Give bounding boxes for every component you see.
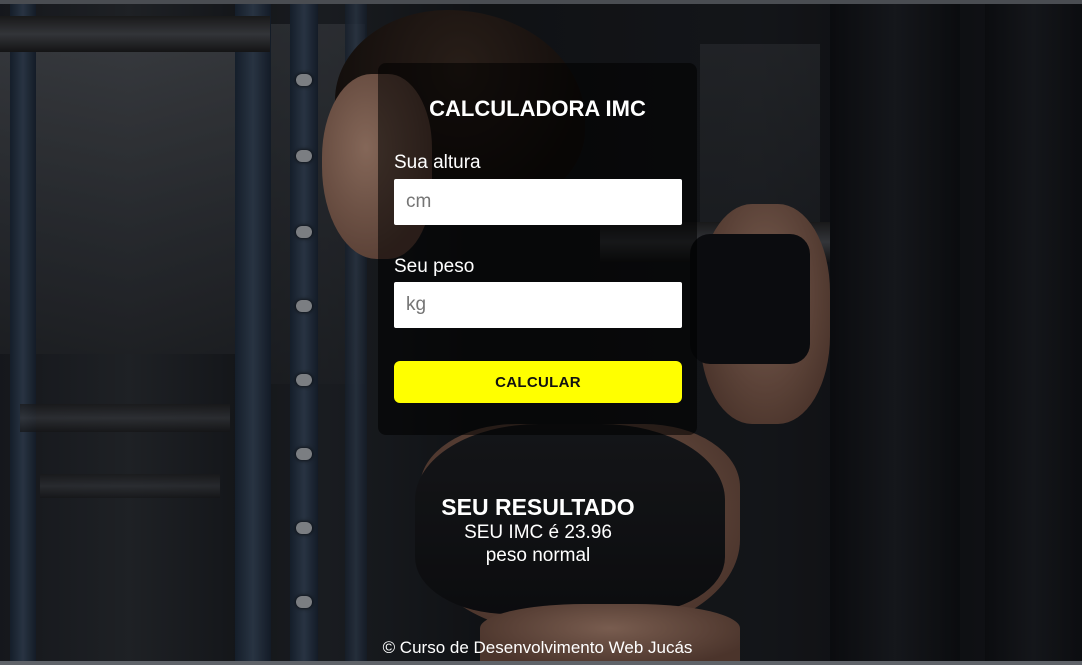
calculator-title: CALCULADORA IMC: [429, 96, 646, 121]
calculate-button[interactable]: CALCULAR: [394, 361, 682, 403]
imc-calculator-card: CALCULADORA IMC Sua altura Seu peso CALC…: [378, 63, 697, 435]
result-title: SEU RESULTADO: [441, 494, 635, 520]
imc-value-text: SEU IMC é 23.96: [464, 522, 612, 543]
height-input[interactable]: [394, 179, 682, 225]
weight-label: Seu peso: [394, 256, 475, 277]
window-bottom-border: [0, 661, 1082, 665]
footer-copyright: © Curso de Desenvolvimento Web Jucás: [382, 638, 693, 657]
window-top-border: [0, 0, 1082, 4]
height-label: Sua altura: [394, 152, 481, 173]
result-section: SEU RESULTADO SEU IMC é 23.96 peso norma…: [388, 493, 688, 567]
weight-input[interactable]: [394, 282, 682, 328]
imc-classification: peso normal: [485, 545, 591, 566]
